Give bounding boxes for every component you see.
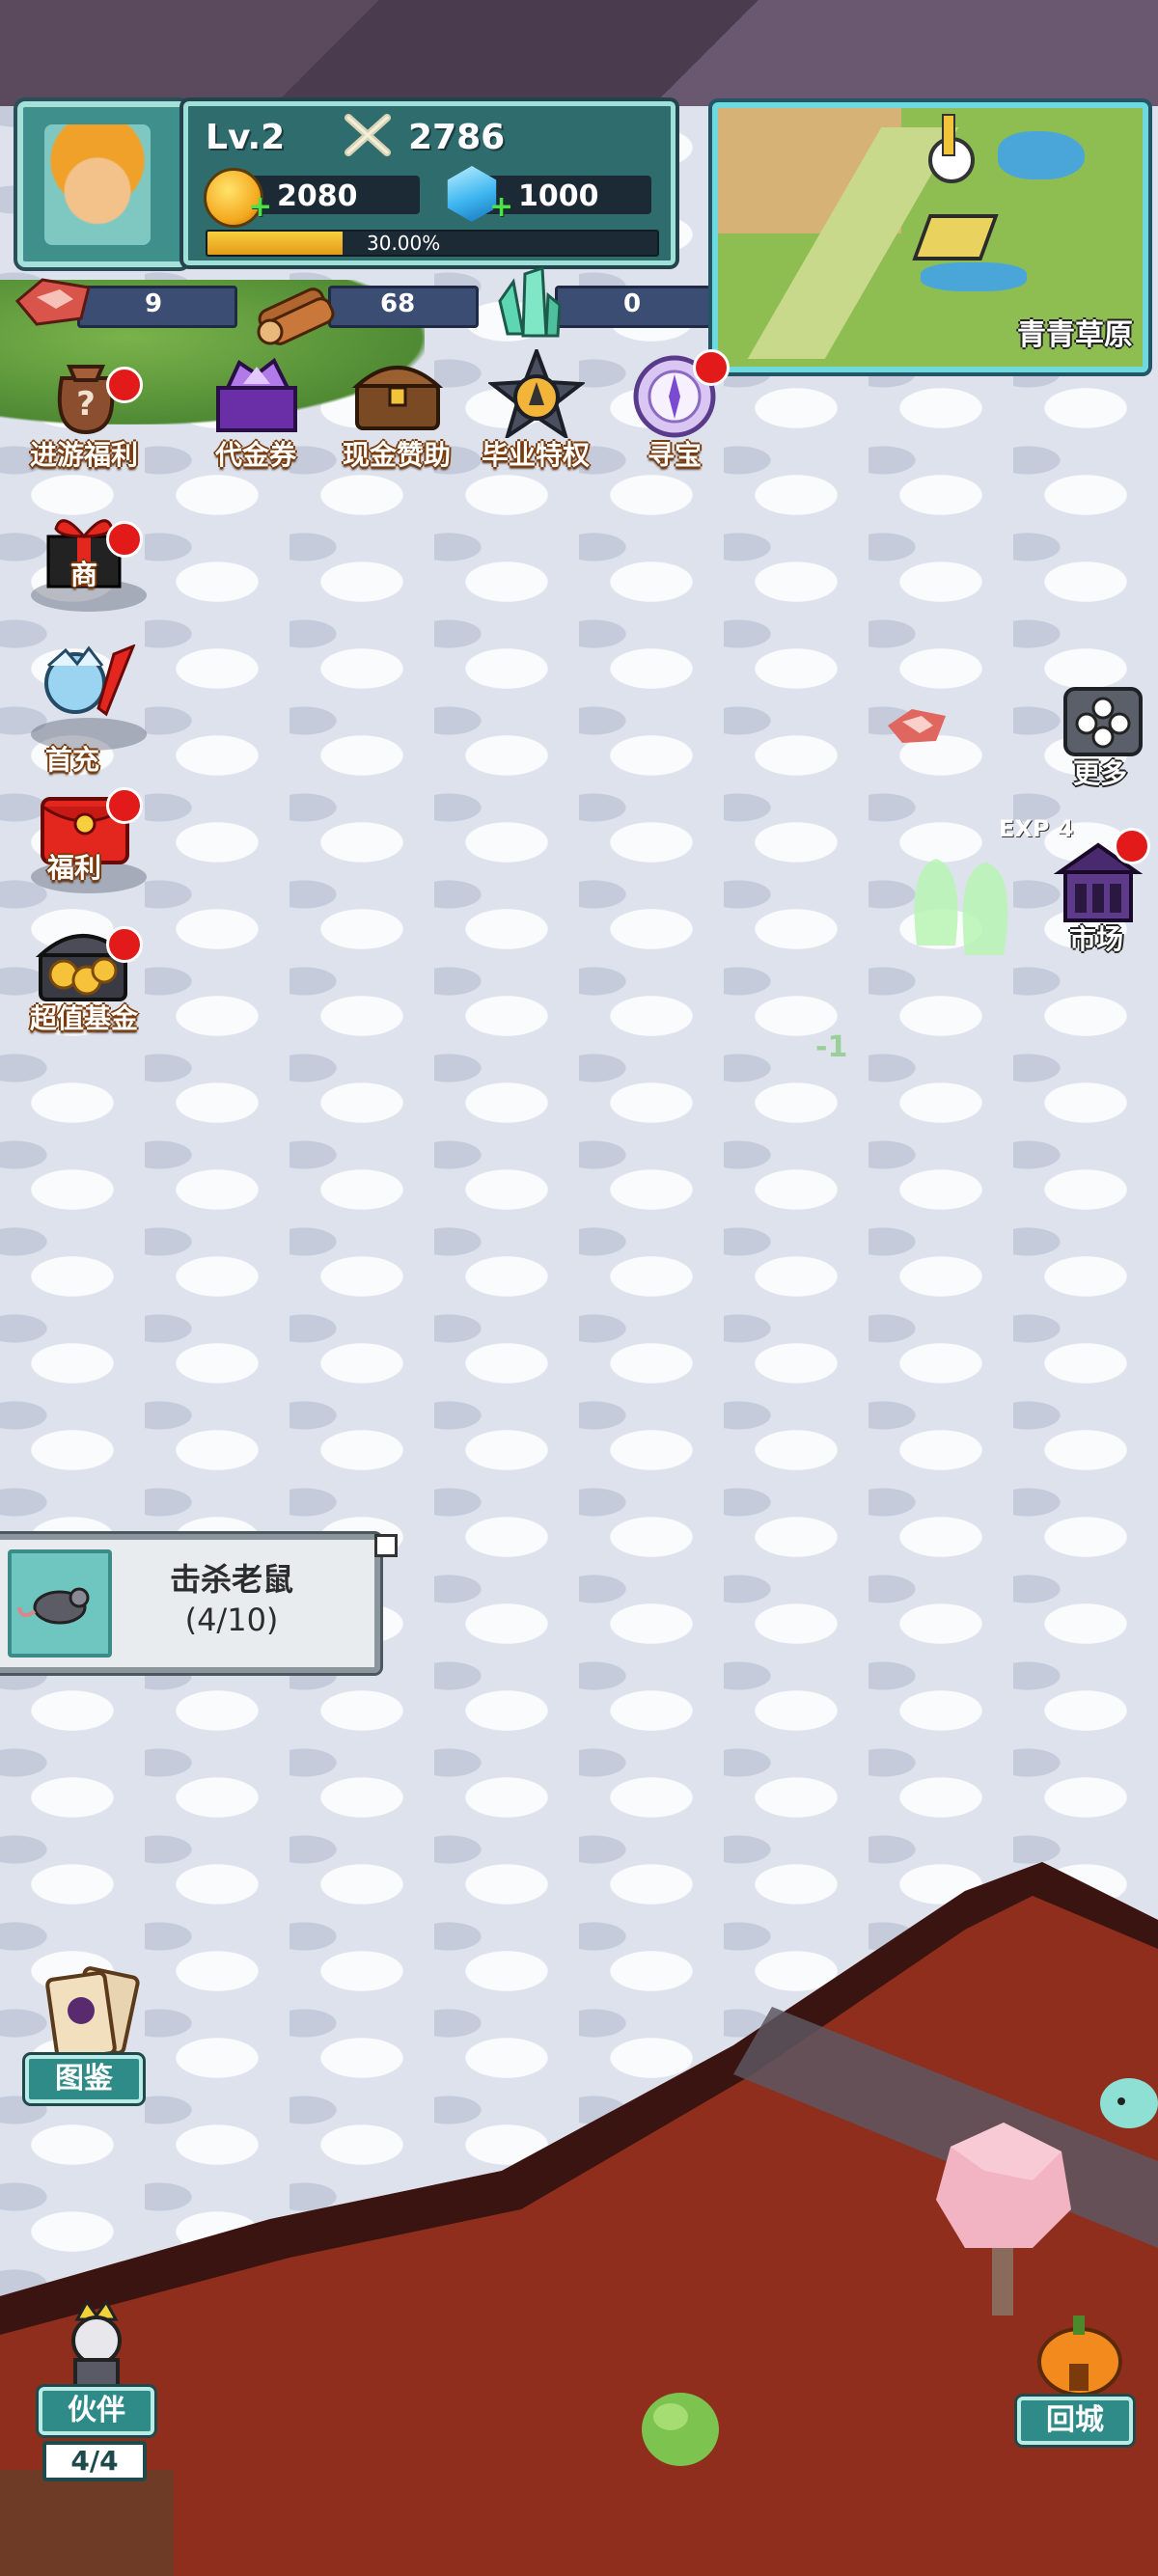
menu-label: 现金赞助 <box>342 439 451 471</box>
exp-bar: 30.00% <box>206 230 659 257</box>
wood-logs-icon <box>257 288 335 345</box>
green-bush <box>642 2393 719 2466</box>
partner-count: 4/4 <box>42 2441 147 2481</box>
menu-label: 代金券 <box>214 439 296 471</box>
treasure-chest-icon <box>351 366 444 430</box>
meat-amount: 9 <box>145 289 163 318</box>
menu-label: 进游福利 <box>29 439 138 471</box>
notification-dot <box>106 521 143 558</box>
menu-first-recharge[interactable]: 首充 <box>21 644 147 776</box>
quest-collapse-toggle[interactable] <box>374 1534 398 1557</box>
avatar-portrait <box>44 124 151 245</box>
hero-sword-icon <box>44 644 136 717</box>
codex-label: 图鉴 <box>25 2055 143 2103</box>
exp-popup: EXP 4 <box>999 815 1074 842</box>
add-gold-button[interactable]: + <box>248 193 272 222</box>
quest-title: 击杀老鼠 <box>169 1561 293 1598</box>
map-river <box>921 262 1027 291</box>
area-name: 青青草原 <box>1017 318 1133 352</box>
partner-button[interactable]: 伙伴 4/4 <box>33 2296 158 2481</box>
quest-tracker[interactable]: 击杀老鼠 (4/10) <box>0 1534 380 1673</box>
menu-label: 商 <box>69 559 97 590</box>
notification-dot <box>1114 828 1150 864</box>
notification-dot <box>106 787 143 824</box>
player-avatar[interactable] <box>17 101 187 267</box>
menu-cash-sponsor[interactable]: 现金赞助 <box>334 359 459 475</box>
map-lake <box>998 131 1085 179</box>
return-city-button[interactable]: 回城 <box>1017 2306 1143 2451</box>
notification-dot <box>693 349 730 386</box>
menu-voucher[interactable]: 代金券 <box>193 357 318 475</box>
gem-amount: 1000 <box>518 179 599 213</box>
quest-progress: (4/10) <box>184 1602 279 1638</box>
exclamation-icon <box>942 114 955 156</box>
crystal-icon <box>498 266 562 338</box>
notification-dot <box>106 926 143 963</box>
more-icon <box>1063 687 1143 756</box>
minimap[interactable]: 青青草原 <box>712 102 1148 372</box>
pumpkin-house-icon <box>1037 2316 1122 2397</box>
partner-label: 伙伴 <box>39 2387 154 2435</box>
notification-dot <box>106 367 143 403</box>
card-deck-icon <box>45 1966 140 2062</box>
crystal-amount: 0 <box>623 289 642 318</box>
player-level: Lv.2 <box>206 118 286 157</box>
crossed-swords-icon <box>345 114 391 156</box>
codex-button[interactable]: 图鉴 <box>25 1962 151 2107</box>
return-city-label: 回城 <box>1017 2397 1133 2445</box>
damage-number: -1 <box>815 1030 848 1064</box>
player-info-panel: Lv.2 2786 + 2080 + 1000 30.00% <box>183 101 676 265</box>
quest-portrait <box>8 1549 112 1658</box>
gem-box-icon <box>216 357 297 432</box>
menu-label: 寻宝 <box>647 439 702 471</box>
combat-power: 2786 <box>408 118 506 157</box>
menu-label: 毕业特权 <box>481 439 590 471</box>
pink-tree <box>936 2123 1071 2316</box>
meat-icon <box>14 278 91 326</box>
wood-amount: 68 <box>380 289 416 318</box>
exp-bar-fill <box>207 232 343 255</box>
svg-text:?: ? <box>76 385 96 424</box>
add-gems-button[interactable]: + <box>489 193 513 222</box>
partner-knight-icon <box>71 2299 122 2389</box>
more-label: 更多 <box>1072 757 1127 789</box>
menu-label: 福利 <box>46 852 101 884</box>
rat-icon <box>17 1587 90 1625</box>
menu-label: 超值基金 <box>29 1002 138 1034</box>
menu-label: 首充 <box>44 744 99 776</box>
player-location-icon <box>912 214 999 260</box>
ghost-monsters[interactable] <box>897 830 1033 965</box>
slime-monster[interactable] <box>1100 2065 1158 2132</box>
market-label: 市场 <box>1068 923 1123 955</box>
meat-drop-icon[interactable] <box>883 704 951 747</box>
gold-amount: 2080 <box>277 179 358 213</box>
exp-percent: 30.00% <box>367 232 441 255</box>
menu-graduation-privilege[interactable]: 毕业特权 <box>473 349 598 475</box>
star-badge-icon <box>488 349 585 438</box>
more-button[interactable]: 更多 <box>1052 685 1148 791</box>
